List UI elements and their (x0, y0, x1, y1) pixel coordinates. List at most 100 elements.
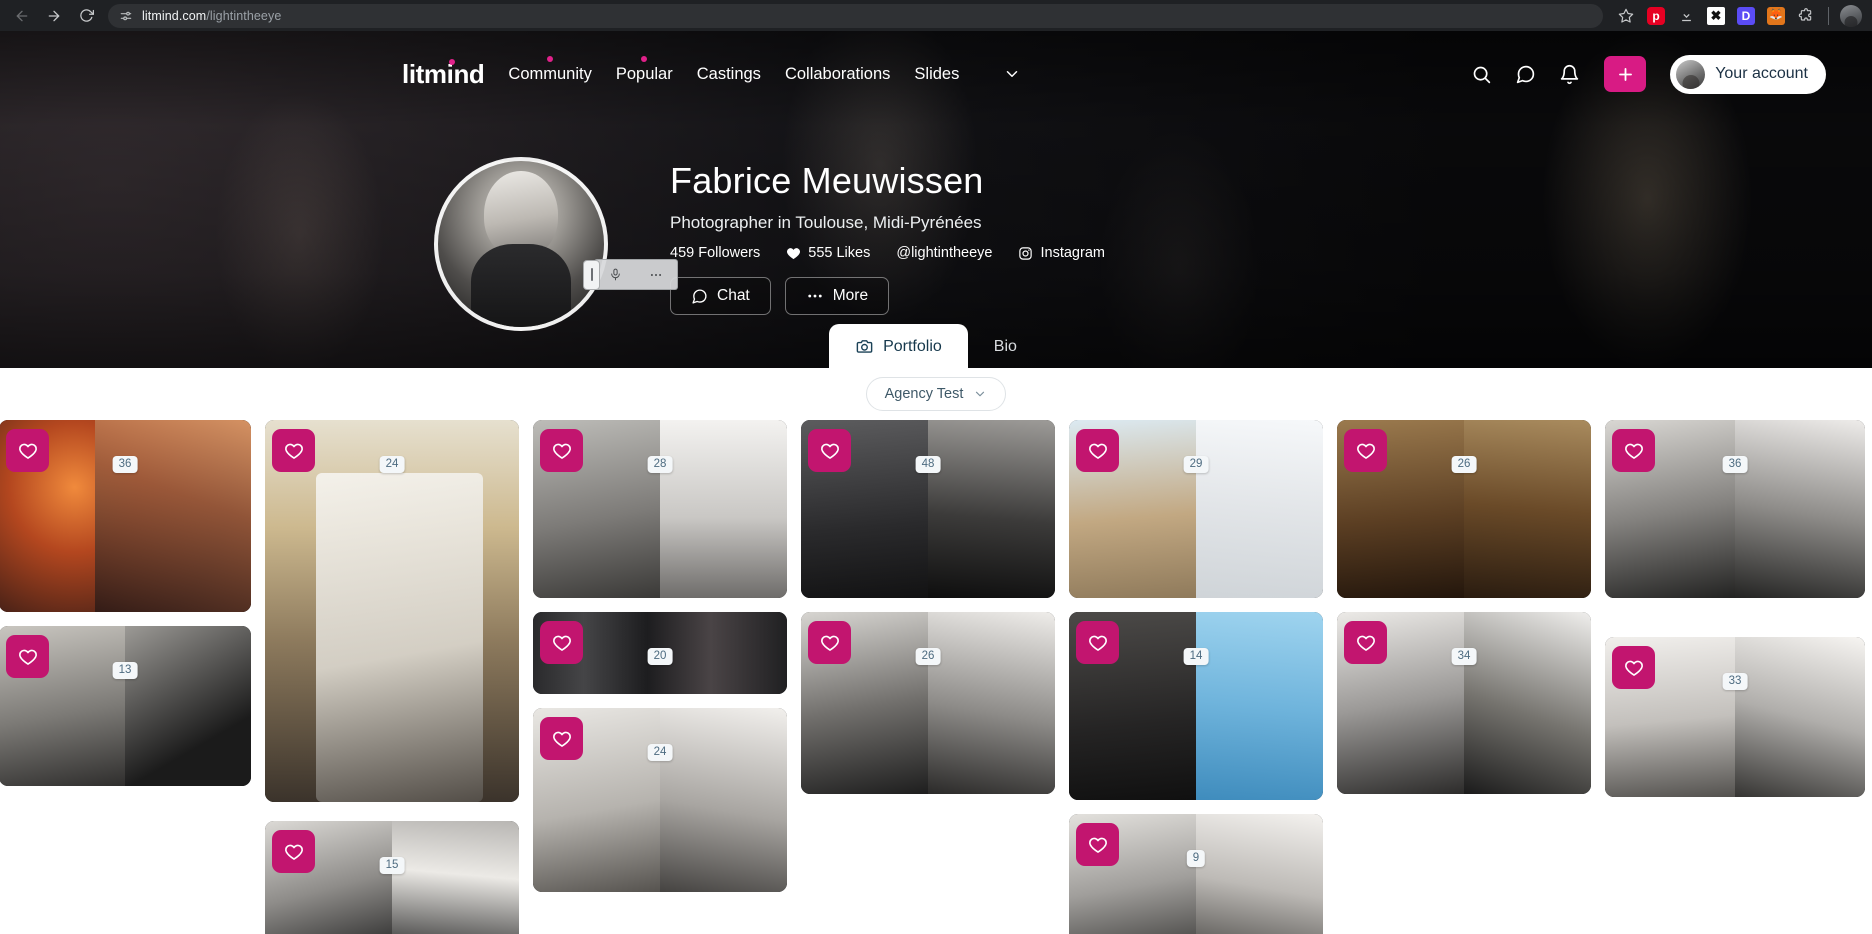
like-button[interactable] (540, 429, 583, 472)
like-button[interactable] (1612, 429, 1655, 472)
portfolio-card[interactable]: 48 (801, 420, 1055, 598)
search-icon[interactable] (1468, 61, 1494, 87)
forward-button[interactable] (40, 2, 68, 30)
profile-tabs: Portfolio Bio (0, 324, 1872, 368)
account-label: Your account (1715, 65, 1808, 82)
chat-button[interactable]: Chat (670, 277, 771, 316)
create-button[interactable] (1604, 56, 1647, 92)
portfolio-gallery: 36 13 24 15 28 20 24 48 26 29 14 9 26 34… (0, 420, 1872, 934)
profile-header: Fabrice Meuwissen Photographer in Toulou… (0, 157, 1872, 331)
profile-avatar[interactable] (434, 157, 608, 331)
screenshot-extension-icon[interactable]: ✖ (1703, 3, 1729, 29)
like-button[interactable] (1076, 429, 1119, 472)
portfolio-card[interactable]: 24 (533, 708, 787, 892)
portfolio-card[interactable]: 26 (1337, 420, 1591, 598)
likes-stat[interactable]: 555 Likes (786, 245, 870, 261)
chevron-down-icon[interactable] (1003, 65, 1021, 83)
portfolio-card[interactable]: 36 (0, 420, 251, 612)
nav-links: Community Popular Castings Collaboration… (508, 55, 1021, 88)
portfolio-card[interactable]: 26 (801, 612, 1055, 794)
nav-item-label: Community (508, 64, 592, 83)
portfolio-card[interactable]: 29 (1069, 420, 1323, 598)
pinterest-extension-icon[interactable]: p (1643, 3, 1669, 29)
microphone-icon[interactable] (609, 268, 622, 281)
like-count: 24 (379, 456, 405, 474)
chrome-profile-avatar[interactable] (1838, 3, 1864, 29)
nav-actions: Your account (1468, 54, 1848, 94)
dashlane-extension-icon[interactable]: D (1733, 3, 1759, 29)
nav-item-popular[interactable]: Popular (615, 55, 673, 88)
chat-button-label: Chat (717, 287, 750, 305)
nav-item-castings[interactable]: Castings (697, 61, 761, 88)
portfolio-card[interactable]: 14 (1069, 612, 1323, 800)
like-button[interactable] (1612, 646, 1655, 689)
handle-link[interactable]: @lightintheeye (896, 245, 992, 261)
chat-bubble-icon (691, 288, 708, 305)
like-count: 20 (647, 648, 673, 666)
download-icon[interactable] (1673, 3, 1699, 29)
gallery-column: 36 33 (1605, 420, 1865, 934)
bell-icon[interactable] (1556, 61, 1582, 87)
instagram-icon (1018, 246, 1033, 261)
like-count: 36 (1722, 456, 1748, 474)
portfolio-card[interactable]: 15 (265, 821, 519, 934)
like-count: 33 (1722, 673, 1748, 691)
like-button[interactable] (1076, 621, 1119, 664)
gallery-column: 24 15 (265, 420, 519, 934)
nav-item-collaborations[interactable]: Collaborations (785, 61, 890, 88)
like-count: 26 (1451, 456, 1477, 474)
instagram-link[interactable]: Instagram (1018, 245, 1105, 261)
reload-button[interactable] (72, 2, 100, 30)
like-count: 26 (915, 648, 941, 666)
extensions-puzzle-icon[interactable] (1793, 3, 1819, 29)
profile-details: Fabrice Meuwissen Photographer in Toulou… (608, 157, 1105, 316)
chat-bubble-icon[interactable] (1512, 61, 1538, 87)
like-button[interactable] (6, 429, 49, 472)
like-button[interactable] (1344, 621, 1387, 664)
camera-icon (855, 337, 874, 356)
portfolio-card[interactable]: 24 (265, 420, 519, 802)
chevron-down-icon (973, 387, 987, 401)
site-settings-icon[interactable] (118, 8, 134, 24)
followers-stat[interactable]: 459 Followers (670, 245, 760, 261)
portfolio-card[interactable]: 34 (1337, 612, 1591, 794)
nav-item-label: Collaborations (784, 64, 891, 83)
portfolio-card[interactable]: 36 (1605, 420, 1865, 598)
nav-item-label: Popular (615, 64, 673, 83)
like-button[interactable] (1076, 823, 1119, 866)
portfolio-card[interactable]: 20 (533, 612, 787, 694)
like-button[interactable] (272, 830, 315, 873)
like-count: 14 (1183, 648, 1209, 666)
tab-portfolio[interactable]: Portfolio (829, 324, 968, 368)
address-bar[interactable]: litmind.com/lightintheeye (108, 3, 1603, 28)
portfolio-card[interactable]: 13 (0, 626, 251, 786)
like-button[interactable] (808, 429, 851, 472)
like-button[interactable] (808, 621, 851, 664)
browser-toolbar: litmind.com/lightintheeye p ✖ D 🦊 (0, 0, 1872, 31)
ellipsis-icon[interactable] (649, 268, 663, 282)
like-button[interactable] (540, 621, 583, 664)
site-logo[interactable]: litmind (402, 58, 485, 90)
like-button[interactable] (540, 717, 583, 760)
tab-bio[interactable]: Bio (968, 325, 1043, 368)
voice-control-widget[interactable] (583, 259, 678, 290)
more-button[interactable]: More (784, 277, 890, 316)
account-button[interactable]: Your account (1670, 54, 1826, 94)
nav-badge-dot (547, 55, 554, 62)
nav-item-community[interactable]: Community (508, 55, 592, 88)
like-count: 36 (112, 456, 138, 474)
portfolio-card[interactable]: 28 (533, 420, 787, 598)
star-icon[interactable] (1613, 3, 1639, 29)
like-button[interactable] (6, 635, 49, 678)
nav-item-slides[interactable]: Slides (914, 61, 959, 88)
back-button[interactable] (8, 2, 36, 30)
agency-filter-dropdown[interactable]: Agency Test (865, 377, 1007, 411)
like-count: 29 (1183, 456, 1209, 474)
portfolio-card[interactable]: 9 (1069, 814, 1323, 934)
metamask-extension-icon[interactable]: 🦊 (1763, 3, 1789, 29)
like-button[interactable] (272, 429, 315, 472)
portfolio-card[interactable]: 33 (1605, 637, 1865, 797)
drag-handle[interactable] (583, 259, 600, 290)
like-button[interactable] (1344, 429, 1387, 472)
like-count: 13 (112, 662, 138, 680)
